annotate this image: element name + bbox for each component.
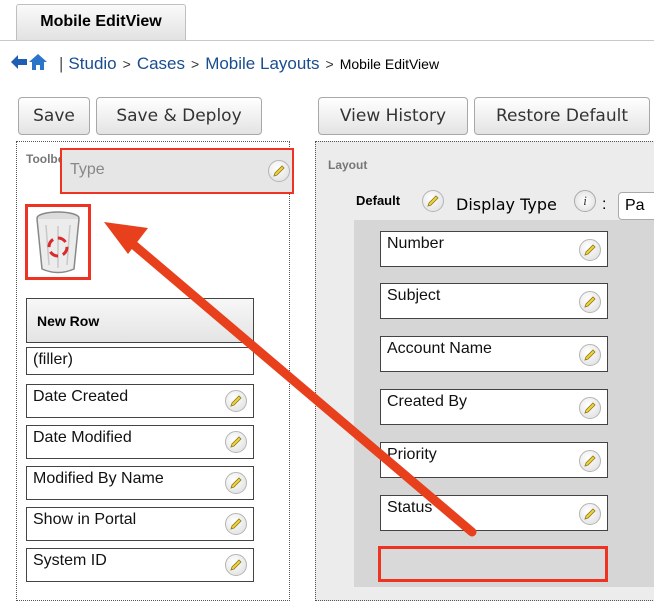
empty-drop-slot[interactable] xyxy=(378,546,608,582)
display-type-label: Display Type xyxy=(456,195,557,214)
toolbox-field[interactable]: Modified By Name xyxy=(26,466,254,500)
field-label: Date Created xyxy=(33,388,129,405)
breadcrumb-studio-link[interactable]: Studio xyxy=(68,54,116,74)
home-icon[interactable] xyxy=(28,53,48,76)
breadcrumb-gt: > xyxy=(122,56,131,72)
back-arrow-icon[interactable] xyxy=(10,54,28,75)
toolbox-field[interactable]: Date Modified xyxy=(26,425,254,459)
layout-field[interactable]: Status xyxy=(380,495,608,531)
trash-can-icon xyxy=(36,211,80,274)
field-label: System ID xyxy=(33,552,107,569)
save-button[interactable]: Save xyxy=(18,97,90,135)
edit-pencil-icon[interactable] xyxy=(225,390,247,412)
breadcrumb-separator: | xyxy=(59,54,64,73)
edit-pencil-icon[interactable] xyxy=(579,503,601,525)
field-label: Account Name xyxy=(387,340,492,357)
view-history-button[interactable]: View History xyxy=(318,97,468,135)
field-label: Show in Portal xyxy=(33,511,137,528)
dragging-type-field[interactable]: Type xyxy=(60,148,294,194)
layout-field[interactable]: Subject xyxy=(380,283,608,319)
toolbox-field[interactable]: System ID xyxy=(26,548,254,582)
edit-panel-pencil-icon[interactable] xyxy=(422,190,444,212)
edit-pencil-icon[interactable] xyxy=(579,239,601,261)
toolbox-field[interactable]: Show in Portal xyxy=(26,507,254,541)
field-label: Status xyxy=(387,499,433,516)
field-label: Modified By Name xyxy=(33,470,164,487)
trash-drop-zone[interactable] xyxy=(25,204,91,280)
tab-strip: Mobile EditView xyxy=(0,0,654,41)
edit-pencil-icon[interactable] xyxy=(225,431,247,453)
field-label: Number xyxy=(387,235,444,252)
new-row-item[interactable]: New Row xyxy=(26,298,254,343)
layout-field[interactable]: Account Name xyxy=(380,336,608,372)
toolbox-field[interactable]: Date Created xyxy=(26,384,254,418)
nav-icons xyxy=(10,53,48,76)
edit-pencil-icon[interactable] xyxy=(268,160,290,182)
breadcrumb-mobile-layouts-link[interactable]: Mobile Layouts xyxy=(205,54,319,74)
breadcrumb-gt: > xyxy=(325,56,334,72)
layout-label: Layout xyxy=(328,158,368,172)
filler-item[interactable]: (filler) xyxy=(26,347,254,375)
panel-name: Default xyxy=(356,193,401,208)
edit-pencil-icon[interactable] xyxy=(225,554,247,576)
layout-field[interactable]: Number xyxy=(380,231,608,267)
edit-pencil-icon[interactable] xyxy=(579,344,601,366)
restore-default-button[interactable]: Restore Default xyxy=(474,97,650,135)
field-label: Created By xyxy=(387,393,468,410)
field-label: Priority xyxy=(387,446,437,463)
edit-pencil-icon[interactable] xyxy=(225,513,247,535)
type-field-label: Type xyxy=(70,161,105,178)
filler-label: (filler) xyxy=(33,351,73,368)
save-deploy-button[interactable]: Save & Deploy xyxy=(96,97,262,135)
field-label: Date Modified xyxy=(33,429,132,446)
edit-pencil-icon[interactable] xyxy=(579,397,601,419)
breadcrumb-current: Mobile EditView xyxy=(339,56,440,72)
breadcrumb-gt: > xyxy=(191,56,200,72)
layout-field[interactable]: Priority xyxy=(380,442,608,478)
breadcrumb: | Studio > Cases > Mobile Layouts > Mobi… xyxy=(10,52,439,76)
breadcrumb-cases-link[interactable]: Cases xyxy=(137,54,185,74)
edit-pencil-icon[interactable] xyxy=(579,291,601,313)
layout-field[interactable]: Created By xyxy=(380,389,608,425)
edit-pencil-icon[interactable] xyxy=(225,472,247,494)
display-type-colon: : xyxy=(602,196,607,213)
edit-pencil-icon[interactable] xyxy=(579,450,601,472)
tab-mobile-editview[interactable]: Mobile EditView xyxy=(16,4,186,40)
field-label: Subject xyxy=(387,287,441,304)
info-icon[interactable]: i xyxy=(574,190,596,212)
display-type-select[interactable]: Pa xyxy=(618,192,654,220)
